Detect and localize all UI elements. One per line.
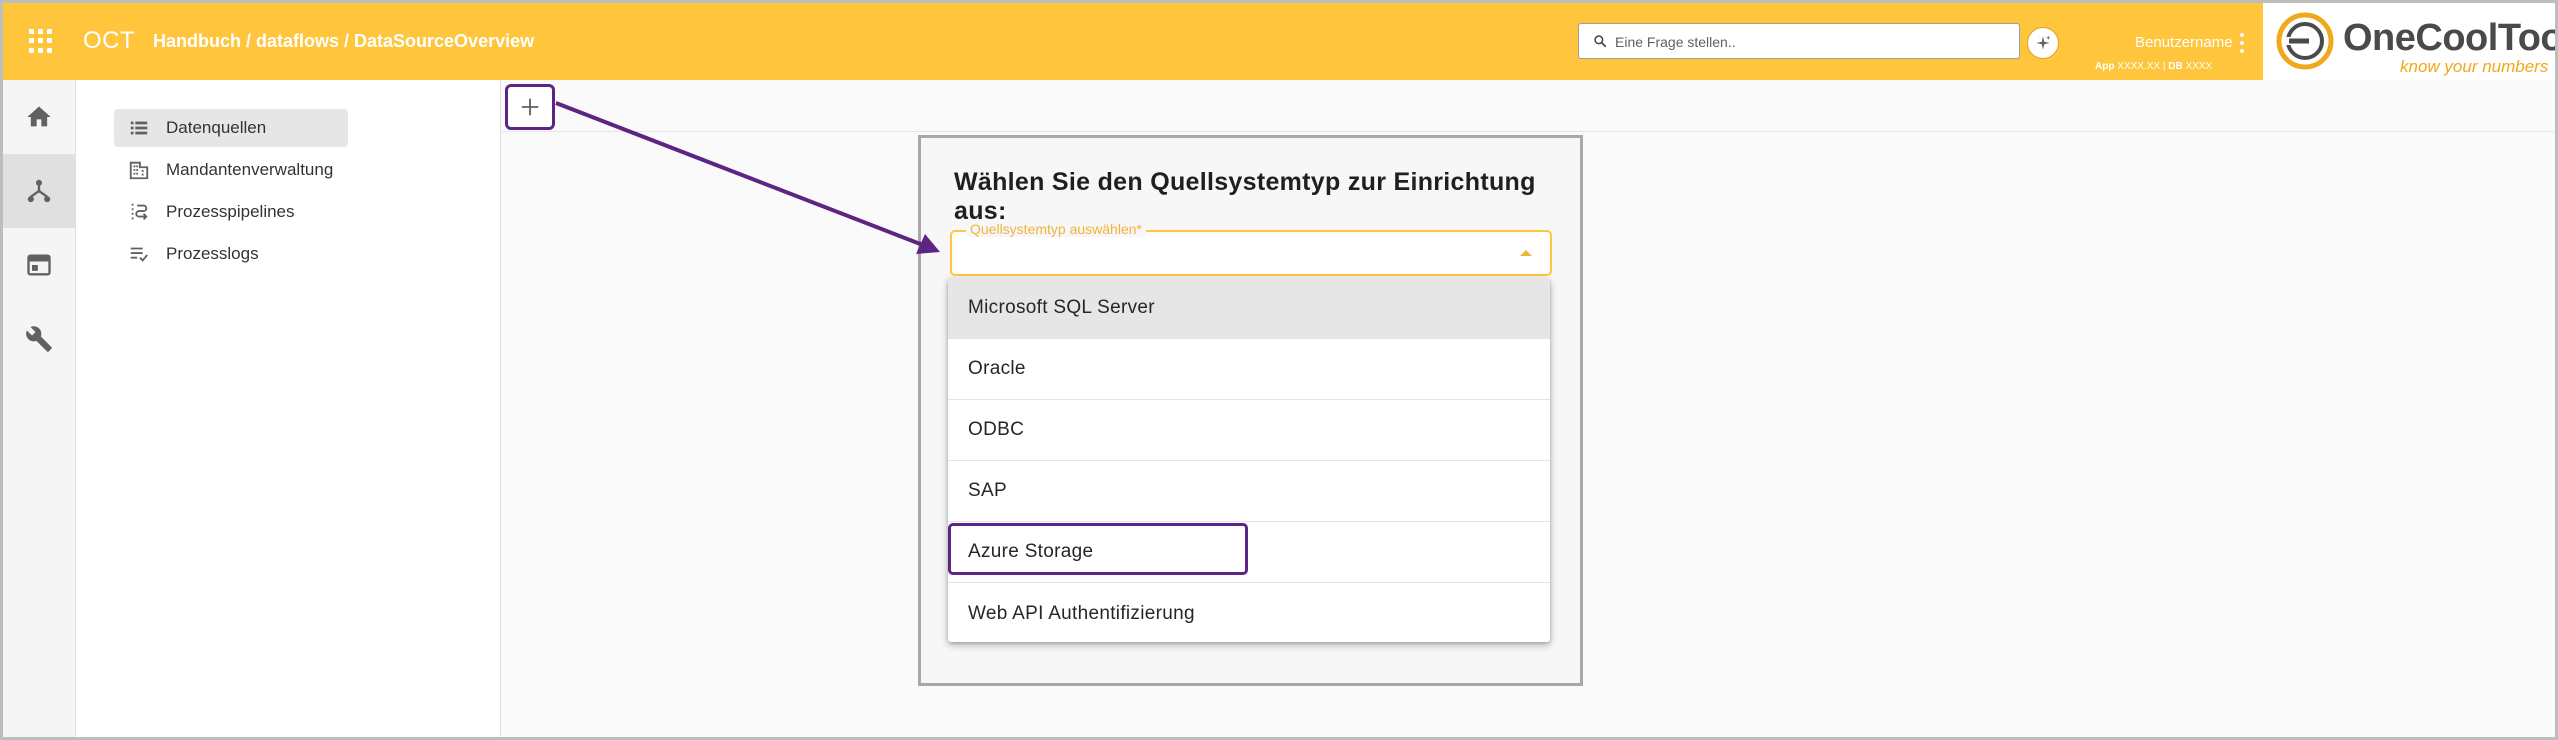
rail-item-dataflows[interactable] — [3, 154, 75, 228]
logo-tagline: know your numbers — [2400, 57, 2549, 76]
sparkle-icon — [2036, 35, 2051, 50]
rail-item-settings[interactable] — [3, 302, 75, 376]
sidebar-item-label: Mandantenverwaltung — [166, 160, 334, 179]
sidebar-item-prozesspipelines[interactable]: Prozesspipelines — [114, 193, 348, 231]
building-icon — [128, 159, 150, 181]
home-icon — [27, 106, 51, 127]
option-odbc[interactable]: ODBC — [948, 400, 1550, 461]
search-icon — [1594, 35, 1607, 48]
option-oracle[interactable]: Oracle — [948, 339, 1550, 400]
option-sap[interactable]: SAP — [948, 461, 1550, 522]
wrench-icon — [26, 326, 52, 352]
list-icon — [128, 117, 150, 139]
select-label: Quellsystemtyp auswählen* — [966, 221, 1146, 237]
sidebar-item-label: Prozesspipelines — [166, 202, 295, 221]
ai-assistant-button[interactable] — [2027, 27, 2059, 59]
search-input[interactable] — [1615, 30, 2010, 54]
option-microsoft-sql-server[interactable]: Microsoft SQL Server — [948, 278, 1550, 339]
sidebar-item-datenquellen[interactable]: Datenquellen — [114, 109, 348, 147]
sidebar-item-prozesslogs[interactable]: Prozesslogs — [114, 235, 348, 273]
dataflow-icon — [27, 179, 51, 203]
apps-grid-icon[interactable] — [29, 29, 53, 53]
option-azure-storage[interactable]: Azure Storage — [948, 522, 1550, 583]
caret-up-icon — [1520, 250, 1532, 256]
logo-mark-icon — [2276, 12, 2334, 70]
sidebar-item-label: Prozesslogs — [166, 244, 259, 263]
option-web-api-authentifizierung[interactable]: Web API Authentifizierung — [948, 583, 1550, 642]
rail-item-home[interactable] — [3, 80, 75, 154]
source-type-select[interactable]: Quellsystemtyp auswählen* — [950, 221, 1552, 276]
logo-name: OneCoolTool — [2343, 17, 2558, 59]
sidebar-item-mandantenverwaltung[interactable]: Mandantenverwaltung — [114, 151, 348, 189]
breadcrumb: Handbuch / dataflows / DataSourceOvervie… — [153, 31, 535, 51]
search-box[interactable] — [1578, 23, 2020, 59]
pipeline-icon — [128, 201, 150, 223]
add-datasource-button[interactable] — [505, 84, 555, 130]
dialog-title: Wählen Sie den Quellsystemtyp zur Einric… — [954, 168, 1536, 225]
company-logo: OneCoolTool know your numbers — [2263, 3, 2558, 80]
sidebar-item-label: Datenquellen — [166, 118, 267, 137]
plus-icon — [521, 98, 539, 116]
version-info: App XXXX.XX | DB XXXX — [2095, 61, 2213, 72]
toolbar-divider — [501, 131, 2555, 132]
secondary-sidebar: Datenquellen Mandantenverwaltung Prozess… — [76, 80, 501, 737]
icon-rail — [3, 80, 76, 737]
checklist-icon — [128, 243, 150, 265]
source-type-options: Microsoft SQL Server Oracle ODBC SAP Azu… — [948, 278, 1550, 642]
top-bar: OCT Handbuch / dataflows / DataSourceOve… — [3, 3, 2263, 80]
window-icon — [27, 254, 51, 276]
more-vertical-icon[interactable] — [2239, 33, 2245, 53]
app-name[interactable]: OCT — [83, 27, 135, 55]
rail-item-windows[interactable] — [3, 228, 75, 302]
user-name[interactable]: Benutzername — [2135, 34, 2233, 51]
